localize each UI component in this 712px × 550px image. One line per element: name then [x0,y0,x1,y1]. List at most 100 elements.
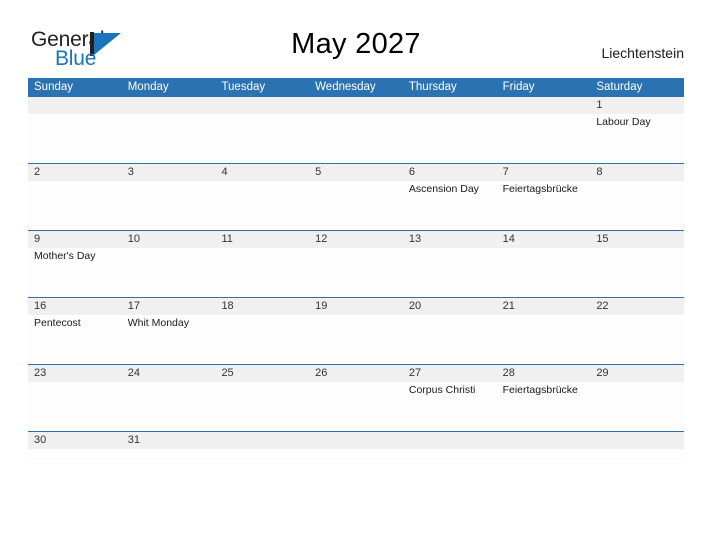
day-cell[interactable]: 30 [28,432,122,460]
day-number: 15 [596,233,609,245]
day-number [34,97,122,114]
day-event: Labour Day [596,116,651,128]
day-cell[interactable]: 26 [309,365,403,431]
day-cell[interactable]: 16 Pentecost [28,298,122,364]
day-number: 3 [127,166,134,178]
day-cell[interactable] [497,432,591,460]
day-number: 5 [315,166,322,178]
day-number: 10 [127,233,140,245]
day-cell[interactable]: 10 [122,231,216,297]
day-cell[interactable]: 24 [122,365,216,431]
weekday-tuesday: Tuesday [221,81,266,93]
day-number: 29 [596,367,609,379]
day-cell[interactable] [309,432,403,460]
day-number: 17 [127,300,140,312]
weekday-header-row: Sunday Monday Tuesday Wednesday Thursday… [28,78,684,97]
day-number: 1 [596,99,603,111]
day-cell[interactable] [28,97,122,163]
day-number: 16 [34,300,47,312]
day-number: 21 [502,300,515,312]
week-row: 2 3 4 5 6 Ascension Day 7 Feiertagsbrück… [28,163,684,230]
day-event: Corpus Christi [408,384,476,396]
day-cell[interactable]: 25 [215,365,309,431]
day-event: Pentecost [34,317,81,329]
weekday-monday: Monday [127,81,169,93]
day-cell[interactable]: 27 Corpus Christi [403,365,497,431]
weekday-friday: Friday [502,81,535,93]
day-event: Whit Monday [127,317,189,329]
day-cell[interactable]: 5 [309,164,403,230]
day-cell[interactable]: 21 [497,298,591,364]
day-number: 6 [408,166,415,178]
day-cell[interactable]: 17 Whit Monday [122,298,216,364]
day-cell[interactable]: 8 [590,164,684,230]
day-cell[interactable] [403,97,497,163]
day-number: 24 [127,367,140,379]
day-cell[interactable]: 29 [590,365,684,431]
day-cell[interactable]: 2 [28,164,122,230]
day-number [128,97,216,114]
day-number: 23 [34,367,47,379]
day-cell[interactable]: 11 [215,231,309,297]
day-cell[interactable]: 12 [309,231,403,297]
day-number: 2 [34,166,41,178]
day-cell[interactable]: 1 Labour Day [590,97,684,163]
day-number [596,432,684,449]
day-cell[interactable]: 4 [215,164,309,230]
day-cell[interactable]: 13 [403,231,497,297]
day-number: 14 [502,233,515,245]
day-cell[interactable] [215,432,309,460]
day-cell[interactable] [122,97,216,163]
day-number: 28 [502,367,515,379]
day-event: Mother's Day [34,250,96,262]
day-cell[interactable]: 18 [215,298,309,364]
day-event: Feiertagsbrücke [502,384,578,396]
day-number: 9 [34,233,41,245]
day-event: Feiertagsbrücke [502,183,578,195]
country-label: Liechtenstein [601,45,684,61]
day-number: 27 [408,367,422,379]
day-cell[interactable]: 31 [122,432,216,460]
day-cell[interactable]: 14 [497,231,591,297]
weekday-wednesday: Wednesday [315,81,376,93]
day-cell[interactable]: 6 Ascension Day [403,164,497,230]
day-number: 20 [408,300,422,312]
day-cell[interactable]: 19 [309,298,403,364]
day-cell[interactable] [497,97,591,163]
calendar-grid: Sunday Monday Tuesday Wednesday Thursday… [28,78,684,460]
week-row: 16 Pentecost 17 Whit Monday 18 19 20 21 … [28,297,684,364]
day-number [221,97,309,114]
day-number: 19 [315,300,328,312]
day-cell[interactable]: 22 [590,298,684,364]
day-number [503,97,591,114]
week-row: 23 24 25 26 27 Corpus Christi 28 Feierta… [28,364,684,431]
page-header: General Blue May 2027 Liechtenstein [0,0,712,78]
day-event: Ascension Day [408,183,479,195]
day-cell[interactable]: 20 [403,298,497,364]
day-number: 26 [315,367,328,379]
day-cell[interactable]: 23 [28,365,122,431]
day-cell[interactable]: 3 [122,164,216,230]
week-row: 9 Mother's Day 10 11 12 13 14 15 [28,230,684,297]
week-row: 30 31 [28,431,684,460]
calendar-weeks: 1 Labour Day 2 3 4 5 6 Ascension Day 7 F… [28,97,684,460]
day-number: 31 [127,434,140,446]
day-cell[interactable]: 28 Feiertagsbrücke [497,365,591,431]
day-cell[interactable] [590,432,684,460]
day-number: 11 [221,233,233,245]
day-cell[interactable] [215,97,309,163]
day-number: 7 [502,166,509,178]
day-number: 25 [221,367,234,379]
weekday-sunday: Sunday [34,81,74,93]
weekday-thursday: Thursday [408,81,457,93]
day-number [315,97,403,114]
day-cell[interactable]: 7 Feiertagsbrücke [497,164,591,230]
day-cell[interactable] [403,432,497,460]
calendar-page: General Blue May 2027 Liechtenstein Sund… [0,0,712,550]
day-number [409,432,497,449]
day-number [409,97,497,114]
day-cell[interactable]: 9 Mother's Day [28,231,122,297]
day-number: 13 [408,233,422,245]
day-cell[interactable] [309,97,403,163]
day-cell[interactable]: 15 [590,231,684,297]
